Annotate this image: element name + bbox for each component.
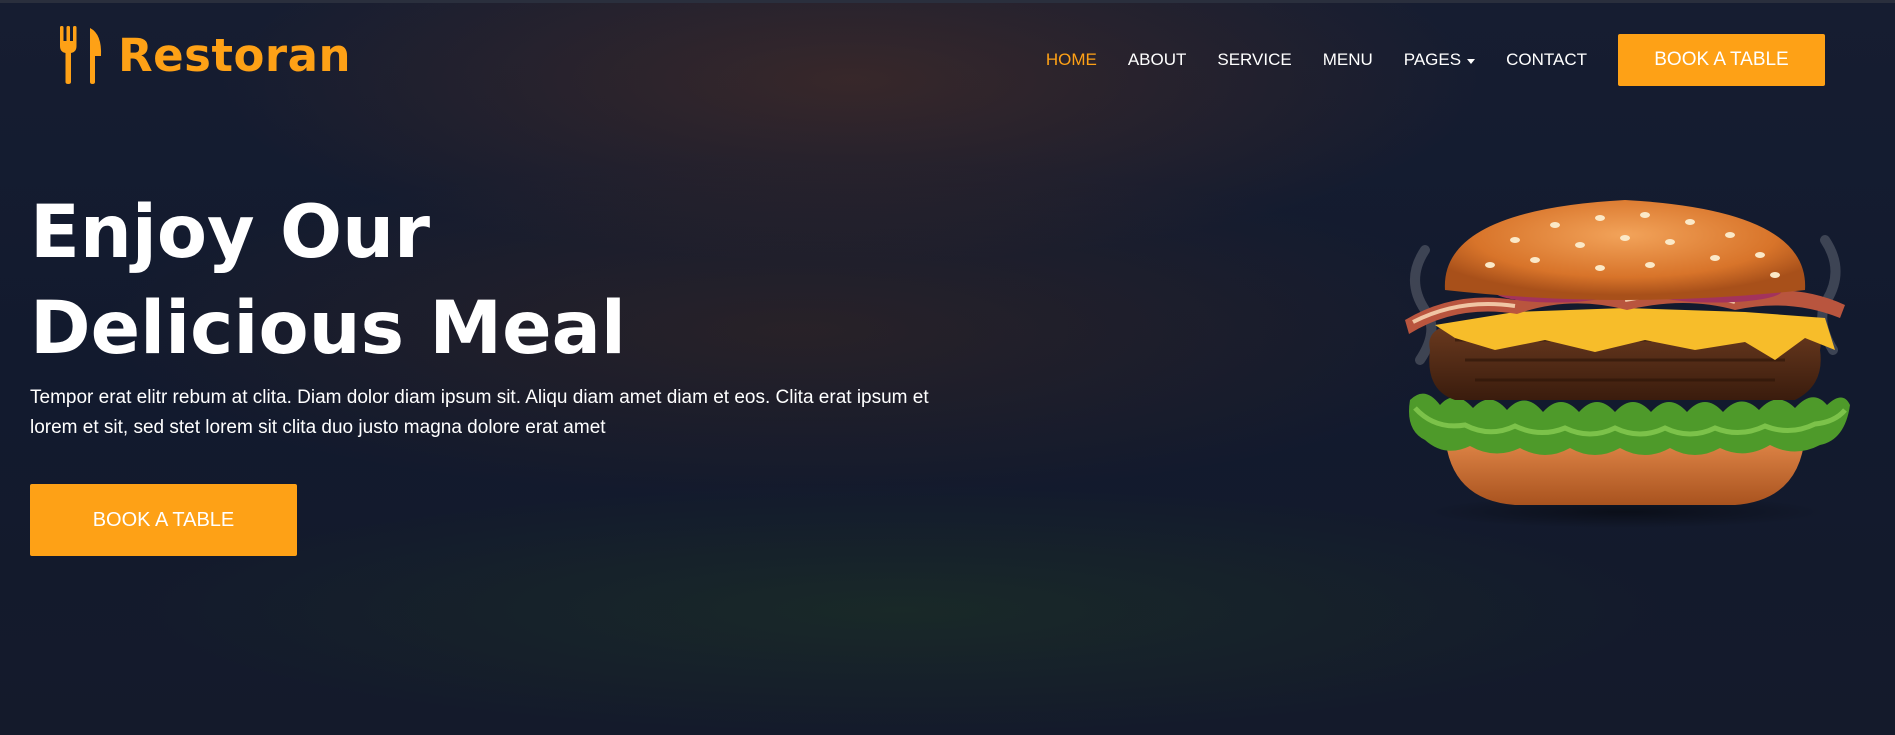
nav-links: HOME ABOUT SERVICE MENU PAGES CONTACT bbox=[1046, 50, 1587, 70]
nav-pages-label: PAGES bbox=[1403, 50, 1462, 69]
burger-image bbox=[1405, 200, 1850, 528]
utensils-icon bbox=[60, 26, 102, 84]
hero-title-line1: Enjoy Our bbox=[30, 190, 431, 275]
nav-pages-dropdown[interactable]: PAGES bbox=[1403, 50, 1476, 70]
main-navigation: HOME ABOUT SERVICE MENU PAGES CONTACT BO… bbox=[1046, 34, 1825, 86]
caret-down-icon bbox=[1467, 58, 1476, 64]
hero-title: Enjoy Our Delicious Meal bbox=[30, 185, 730, 377]
nav-home[interactable]: HOME bbox=[1046, 50, 1097, 70]
nav-menu[interactable]: MENU bbox=[1323, 50, 1373, 70]
nav-about[interactable]: ABOUT bbox=[1128, 50, 1187, 70]
nav-book-table-button[interactable]: BOOK A TABLE bbox=[1618, 34, 1825, 86]
hero-book-table-button[interactable]: BOOK A TABLE bbox=[30, 484, 297, 556]
hero-section: Restoran HOME ABOUT SERVICE MENU PAGES C… bbox=[0, 0, 1895, 735]
hero-description: Tempor erat elitr rebum at clita. Diam d… bbox=[30, 387, 929, 438]
nav-service[interactable]: SERVICE bbox=[1217, 50, 1291, 70]
hero-title-line2: Delicious Meal bbox=[30, 286, 626, 371]
nav-contact[interactable]: CONTACT bbox=[1506, 50, 1587, 70]
brand-logo[interactable]: Restoran bbox=[58, 26, 351, 84]
brand-name: Restoran bbox=[118, 28, 351, 82]
